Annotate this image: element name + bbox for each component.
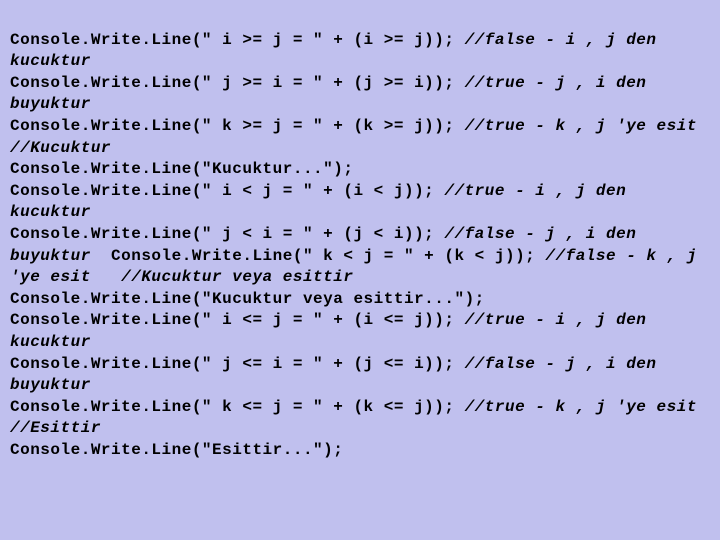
code-block: Console.Write.Line(" i >= j = " + (i >= … [10,8,710,461]
code-text-inline: Console.Write.Line(" k < j = " + (k < j)… [91,247,546,265]
code-text: Console.Write.Line(" i <= j = " + (i <= … [10,311,465,329]
code-text: Console.Write.Line(" k >= j = " + (k >= … [10,117,465,135]
code-text: Console.Write.Line("Kucuktur..."); [10,160,353,178]
code-text: Console.Write.Line("Kucuktur veya esitti… [10,290,485,308]
code-text: Console.Write.Line(" i >= j = " + (i >= … [10,31,465,49]
code-text: Console.Write.Line(" i < j = " + (i < j)… [10,182,444,200]
code-text: Console.Write.Line(" j < i = " + (j < i)… [10,225,444,243]
code-text: Console.Write.Line("Esittir..."); [10,441,343,459]
code-text: Console.Write.Line(" j >= i = " + (j >= … [10,74,465,92]
code-text: Console.Write.Line(" k <= j = " + (k <= … [10,398,465,416]
code-text: Console.Write.Line(" j <= i = " + (j <= … [10,355,465,373]
